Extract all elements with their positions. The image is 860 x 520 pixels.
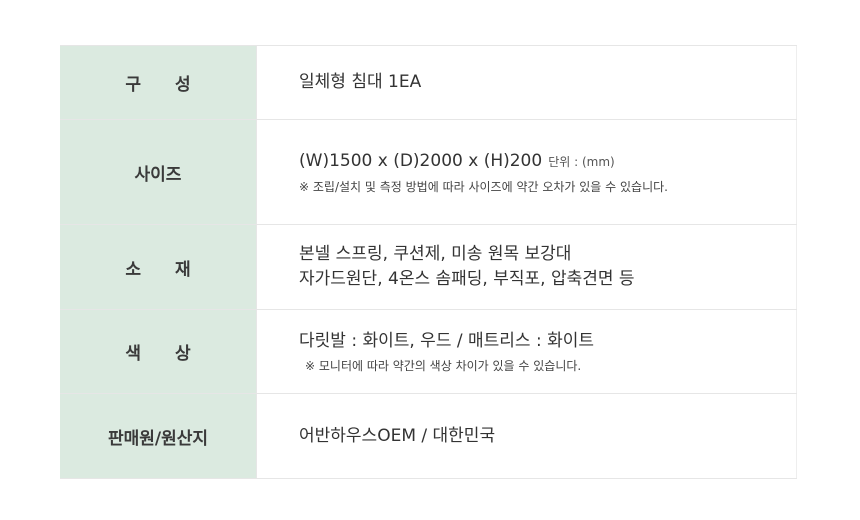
spec-value-size: (W)1500 x (D)2000 x (H)200 단위 : (mm) ※ 조립… — [257, 120, 797, 224]
spec-row-color: 색 상 다릿발 : 화이트, 우드 / 매트리스 : 화이트 ※ 모니터에 따라… — [60, 310, 797, 394]
size-dimensions: (W)1500 x (D)2000 x (H)200 — [299, 150, 543, 171]
material-line-1: 본넬 스프링, 쿠션제, 미송 원목 보강대 — [299, 244, 572, 264]
spec-value-color: 다릿발 : 화이트, 우드 / 매트리스 : 화이트 ※ 모니터에 따라 약간의… — [257, 310, 797, 393]
spec-label-seller-origin: 판매원/원산지 — [60, 394, 257, 478]
composition-text: 일체형 침대 1EA — [299, 72, 422, 92]
seller-origin-text: 어반하우스OEM / 대한민국 — [299, 425, 496, 446]
spec-label-material: 소 재 — [60, 225, 257, 309]
color-text: 다릿발 : 화이트, 우드 / 매트리스 : 화이트 — [299, 330, 595, 351]
spec-label-composition: 구 성 — [60, 46, 257, 119]
size-note: ※ 조립/설치 및 측정 방법에 따라 사이즈에 약간 오차가 있을 수 있습니… — [299, 179, 668, 194]
color-note: ※ 모니터에 따라 약간의 색상 차이가 있을 수 있습니다. — [305, 358, 582, 373]
spec-value-composition: 일체형 침대 1EA — [257, 46, 797, 119]
spec-row-composition: 구 성 일체형 침대 1EA — [60, 46, 797, 120]
material-line-2: 자가드원단, 4온스 솜패딩, 부직포, 압축견면 등 — [299, 269, 635, 289]
spec-label-size: 사이즈 — [60, 120, 257, 224]
product-spec-table: 구 성 일체형 침대 1EA 사이즈 (W)1500 x (D)2000 x (… — [60, 45, 797, 479]
spec-value-material: 본넬 스프링, 쿠션제, 미송 원목 보강대 자가드원단, 4온스 솜패딩, 부… — [257, 225, 797, 309]
spec-row-material: 소 재 본넬 스프링, 쿠션제, 미송 원목 보강대 자가드원단, 4온스 솜패… — [60, 225, 797, 310]
spec-value-seller-origin: 어반하우스OEM / 대한민국 — [257, 394, 797, 478]
spec-row-size: 사이즈 (W)1500 x (D)2000 x (H)200 단위 : (mm) … — [60, 120, 797, 225]
spec-row-seller-origin: 판매원/원산지 어반하우스OEM / 대한민국 — [60, 394, 797, 479]
size-unit: 단위 : (mm) — [548, 154, 615, 169]
spec-label-color: 색 상 — [60, 310, 257, 393]
size-line: (W)1500 x (D)2000 x (H)200 단위 : (mm) — [299, 149, 796, 175]
